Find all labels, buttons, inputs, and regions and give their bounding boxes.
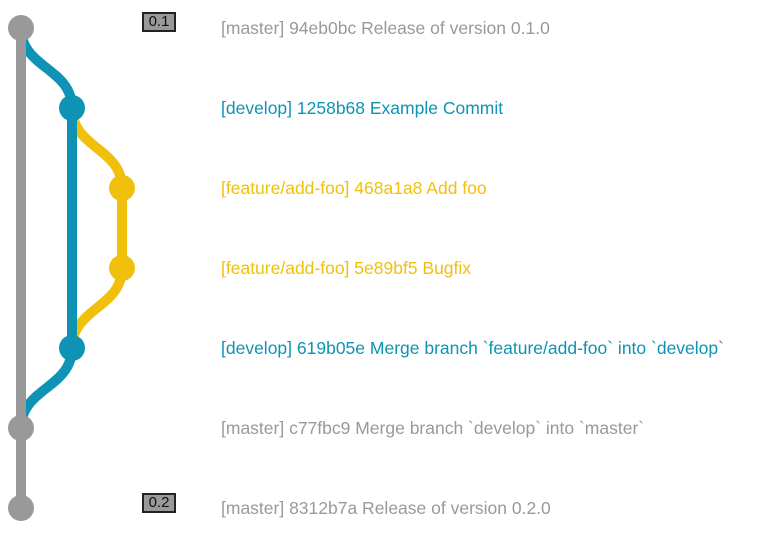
commit-label-619b05e[interactable]: [develop] 619b05e Merge branch `feature/… [221, 336, 724, 360]
commit-node-3[interactable] [109, 255, 135, 281]
tag-0-2[interactable]: 0.2 [142, 493, 176, 513]
tag-0-1[interactable]: 0.1 [142, 12, 176, 32]
commit-label-94eb0bc[interactable]: [master] 94eb0bc Release of version 0.1.… [221, 16, 550, 40]
commit-label-5e89bf5[interactable]: [feature/add-foo] 5e89bf5 Bugfix [221, 256, 471, 280]
commit-graph [8, 15, 135, 521]
edge-develop-4-5 [16, 343, 77, 433]
commit-label-c77fbc9[interactable]: [master] c77fbc9 Merge branch `develop` … [221, 416, 644, 440]
edge-develop-0-1 [16, 23, 77, 113]
commit-node-4[interactable] [59, 335, 85, 361]
commit-node-5[interactable] [8, 415, 34, 441]
commit-label-468a1a8[interactable]: [feature/add-foo] 468a1a8 Add foo [221, 176, 487, 200]
commit-label-8312b7a[interactable]: [master] 8312b7a Release of version 0.2.… [221, 496, 551, 520]
commit-node-1[interactable] [59, 95, 85, 121]
commit-node-2[interactable] [109, 175, 135, 201]
commit-label-1258b68[interactable]: [develop] 1258b68 Example Commit [221, 96, 503, 120]
edge-feature-3-4 [67, 263, 127, 353]
edge-feature-1-2 [67, 103, 127, 193]
commit-node-0[interactable] [8, 15, 34, 41]
commit-node-6[interactable] [8, 495, 34, 521]
